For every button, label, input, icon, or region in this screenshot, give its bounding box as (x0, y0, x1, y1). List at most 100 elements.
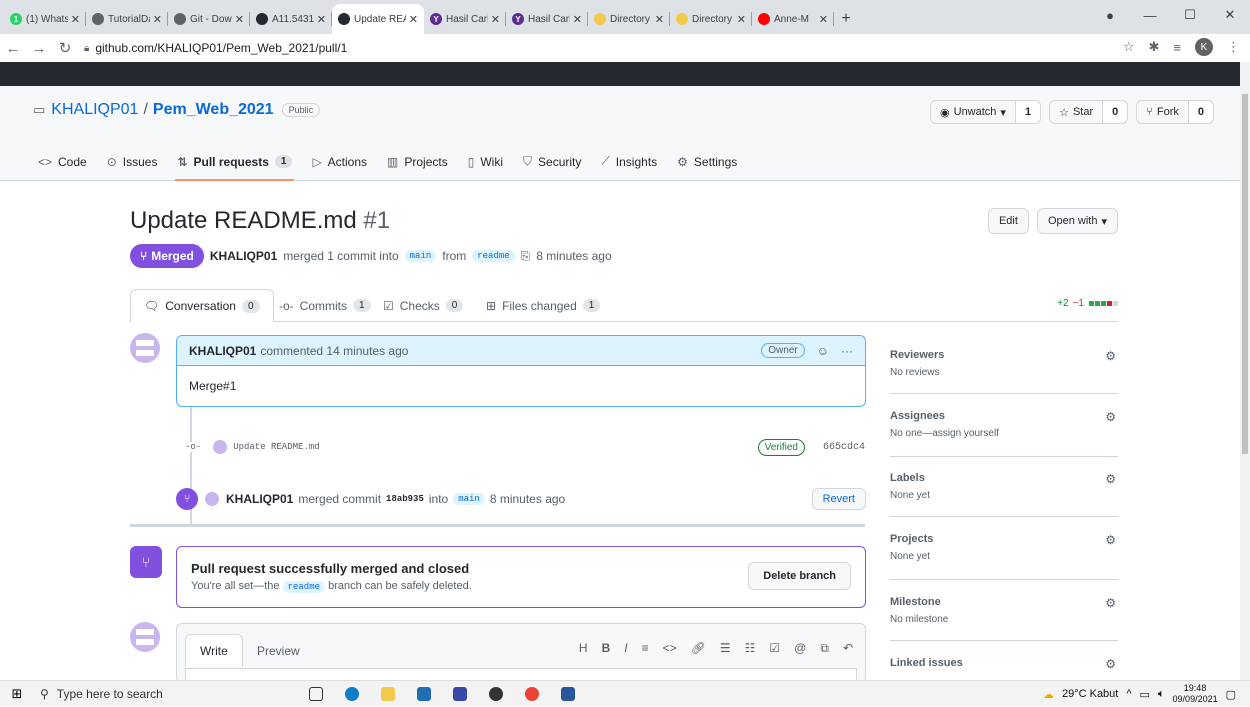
merged-branch[interactable]: readme (282, 581, 325, 593)
close-tab-icon[interactable]: ✕ (235, 13, 244, 26)
cross-reference-icon[interactable]: ⧉ (820, 641, 829, 656)
star-button[interactable]: ☆ Star 0 (1049, 100, 1129, 124)
verified-badge[interactable]: Verified (757, 438, 805, 456)
copy-icon[interactable]: ⎘ (521, 249, 531, 264)
windows-start-icon[interactable]: ⊞ (0, 686, 34, 702)
browser-tab[interactable]: Y Hasil Cari Y✕ (506, 4, 588, 34)
word-icon[interactable] (561, 686, 575, 701)
code-icon[interactable]: <> (663, 641, 677, 656)
chrome-menu-dot-icon[interactable]: ● (1090, 8, 1130, 23)
tab-preview[interactable]: Preview (243, 634, 314, 667)
browser-menu-icon[interactable]: ⋮ (1227, 39, 1240, 55)
close-tab-icon[interactable]: ✕ (71, 13, 80, 26)
close-tab-icon[interactable]: ✕ (409, 13, 418, 26)
revert-button[interactable]: Revert (811, 488, 866, 510)
maximize-button[interactable]: ☐ (1170, 7, 1210, 23)
tab-write[interactable]: Write (185, 634, 243, 667)
edge-icon[interactable] (345, 686, 359, 701)
tray-chevron-icon[interactable]: ^ (1126, 688, 1131, 700)
tab-insights[interactable]: ⟋ Insights (591, 142, 667, 181)
close-tab-icon[interactable]: ✕ (153, 13, 162, 26)
close-tab-icon[interactable]: ✕ (655, 13, 664, 26)
url-field[interactable]: 🔒︎ github.com/KHALIQP01/Pem_Web_2021/pul… (84, 41, 347, 55)
tab-files-changed[interactable]: ⊞ Files changed 1 (473, 289, 613, 322)
task-view-icon[interactable] (309, 686, 323, 701)
extensions-icon[interactable]: ✱ (1149, 39, 1160, 55)
avatar[interactable] (205, 492, 219, 506)
task-list-icon[interactable]: ☑ (769, 641, 780, 656)
base-branch[interactable]: main (404, 250, 437, 262)
mail-icon[interactable] (417, 686, 431, 701)
browser-tab[interactable]: 1 (1) WhatsAp✕ (4, 4, 86, 34)
tab-actions[interactable]: ▷ Actions (302, 142, 377, 181)
quote-icon[interactable]: ≡ (642, 641, 649, 656)
numbered-list-icon[interactable]: ☷ (745, 641, 756, 656)
close-window-button[interactable]: ✕ (1210, 7, 1250, 23)
repo-name-link[interactable]: Pem_Web_2021 (153, 101, 274, 119)
xbox-icon[interactable] (489, 686, 503, 701)
gear-icon[interactable]: ⚙ (1105, 533, 1116, 547)
italic-icon[interactable]: I (624, 641, 627, 656)
open-with-button[interactable]: Open with ▾ (1036, 208, 1118, 234)
scrollbar-thumb[interactable] (1242, 94, 1248, 454)
mention-icon[interactable]: @ (794, 641, 806, 656)
close-tab-icon[interactable]: ✕ (737, 13, 746, 26)
browser-tab[interactable]: Directory lis✕ (588, 4, 670, 34)
bullet-list-icon[interactable]: ☰ (720, 641, 731, 656)
avatar[interactable] (130, 333, 160, 363)
tab-projects[interactable]: ▥ Projects (377, 142, 458, 181)
more-icon[interactable]: ··· (841, 344, 853, 358)
bold-icon[interactable]: B (602, 641, 611, 656)
browser-tab[interactable]: Update REA ✕ (332, 4, 424, 34)
repo-owner-link[interactable]: KHALIQP01 (51, 101, 138, 119)
volume-icon[interactable]: 🔈︎ (1158, 688, 1165, 701)
page-scrollbar[interactable] (1240, 62, 1250, 680)
merge-branch[interactable]: main (453, 493, 485, 505)
browser-tab[interactable]: Directory lis✕ (670, 4, 752, 34)
reload-icon[interactable]: ↻ (52, 39, 78, 57)
taskbar-search[interactable]: ⚲ Type here to search (34, 681, 239, 707)
browser-tab[interactable]: TutorialDas✕ (86, 4, 168, 34)
tab-settings[interactable]: ⚙ Settings (667, 142, 747, 181)
chrome-icon[interactable] (525, 686, 539, 701)
close-tab-icon[interactable]: ✕ (819, 13, 828, 26)
sidebar-heading[interactable]: Labels (890, 472, 1118, 484)
merge-author[interactable]: KHALIQP01 (226, 492, 293, 506)
app-icon[interactable] (453, 686, 467, 701)
close-tab-icon[interactable]: ✕ (573, 13, 582, 26)
heading-icon[interactable]: H (579, 641, 588, 656)
profile-avatar[interactable]: K (1195, 38, 1213, 56)
tab-commits[interactable]: -o- Commits 1 (266, 289, 384, 322)
close-tab-icon[interactable]: ✕ (491, 13, 500, 26)
sidebar-heading[interactable]: Assignees (890, 410, 1118, 422)
browser-tab[interactable]: Anne-M ✕ (752, 4, 834, 34)
sidebar-heading[interactable]: Reviewers (890, 349, 1118, 361)
browser-tab[interactable]: Git - Downl✕ (168, 4, 250, 34)
new-tab-button[interactable]: + (834, 4, 858, 34)
tab-checks[interactable]: ☑ Checks 0 (370, 289, 476, 322)
close-tab-icon[interactable]: ✕ (317, 13, 326, 26)
head-branch[interactable]: readme (472, 250, 515, 262)
tab-issues[interactable]: ⊙ Issues (97, 142, 168, 181)
avatar[interactable] (130, 622, 160, 652)
fork-button[interactable]: ⑂ Fork 0 (1136, 100, 1214, 124)
bookmark-star-icon[interactable]: ☆ (1123, 39, 1135, 55)
commit-message[interactable]: Update README.md (233, 442, 319, 452)
sidebar-heading[interactable]: Projects (890, 533, 1118, 545)
clock[interactable]: 19:48 09/09/2021 (1173, 683, 1218, 705)
file-explorer-icon[interactable] (381, 686, 395, 701)
edit-button[interactable]: Edit (987, 208, 1029, 234)
tab-wiki[interactable]: ▯ Wiki (458, 142, 513, 181)
link-icon[interactable]: 🔗︎ (691, 641, 706, 656)
sidebar-heading[interactable]: Linked issues (890, 657, 1118, 669)
gear-icon[interactable]: ⚙ (1105, 472, 1116, 486)
smiley-icon[interactable]: ☺ (817, 344, 829, 358)
minimize-button[interactable]: — (1130, 8, 1170, 23)
commit-sha[interactable]: 665cdc4 (823, 442, 865, 453)
reading-list-icon[interactable]: ≡ (1173, 40, 1181, 55)
merge-sha[interactable]: 18ab935 (386, 494, 424, 504)
pr-author-link[interactable]: KHALIQP01 (210, 249, 277, 263)
avatar[interactable] (213, 440, 228, 454)
gear-icon[interactable]: ⚙ (1105, 657, 1116, 671)
tab-security[interactable]: ⛉ Security (513, 142, 591, 181)
